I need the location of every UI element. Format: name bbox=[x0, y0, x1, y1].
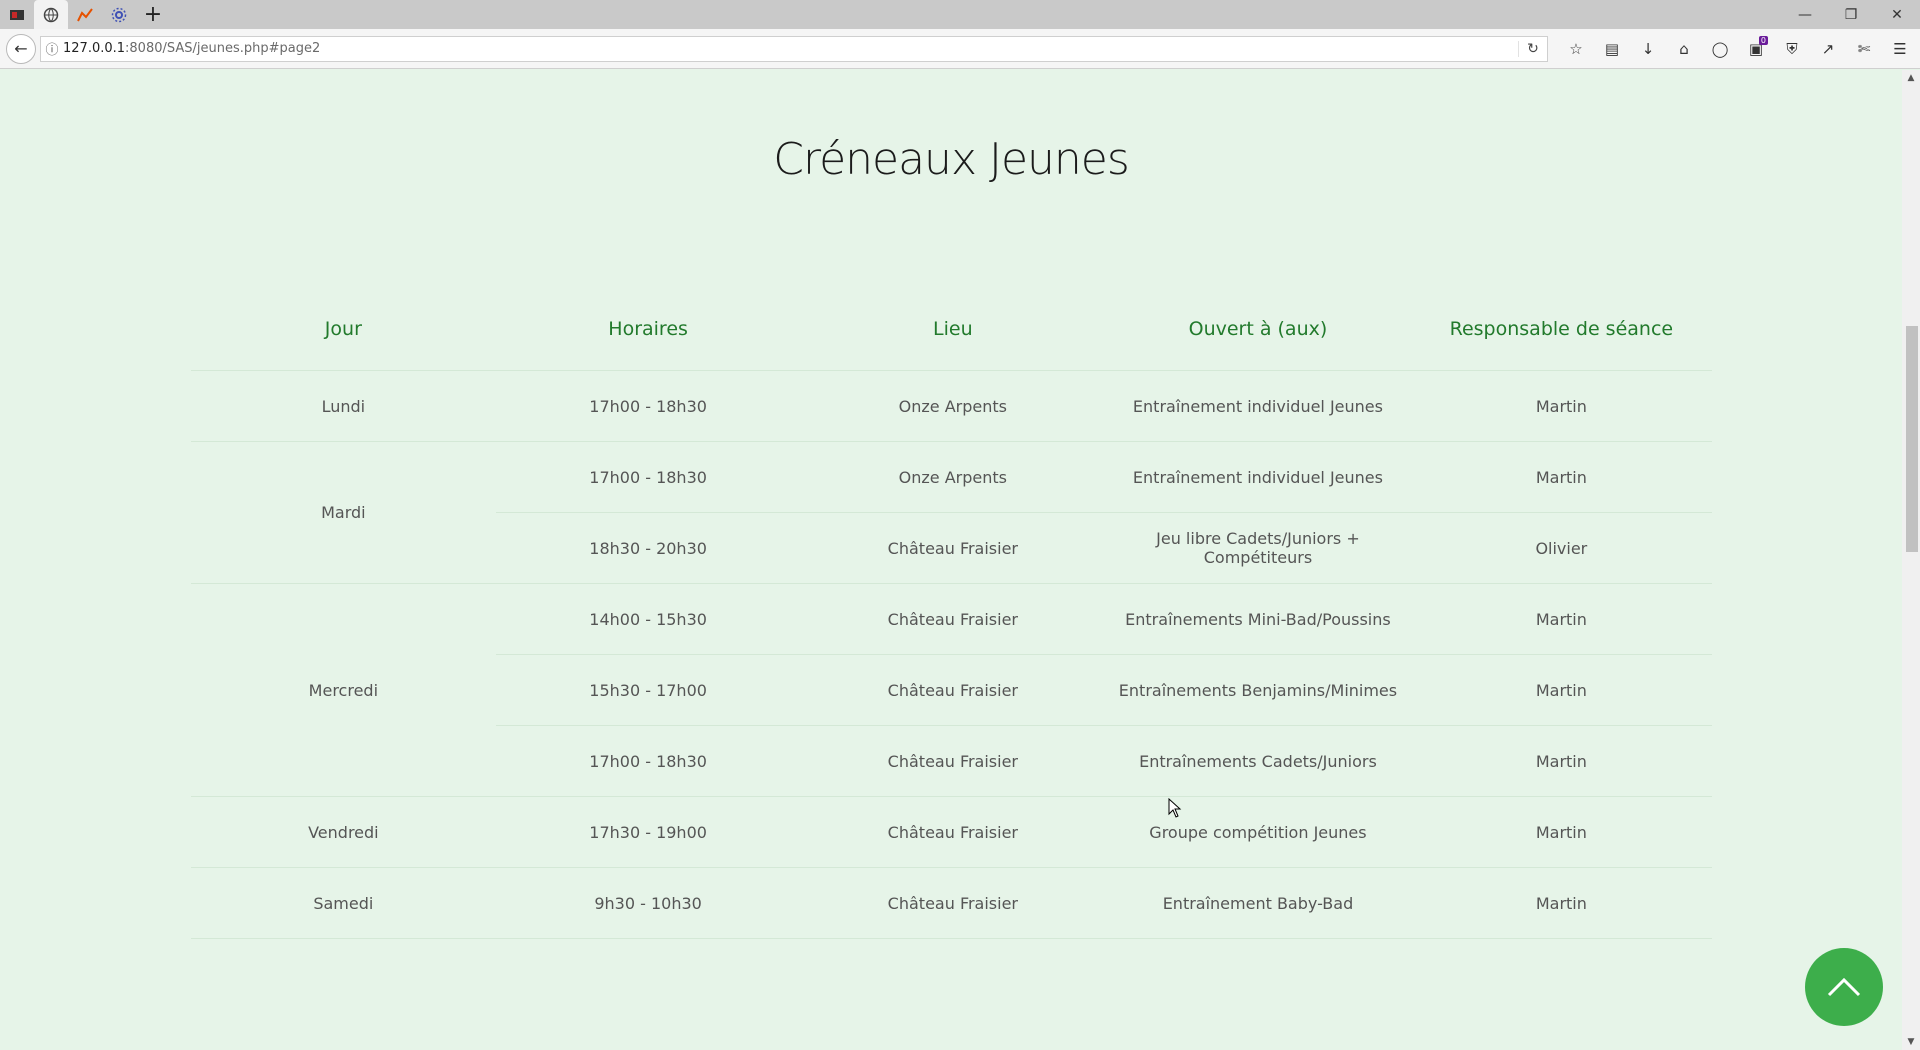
info-icon[interactable]: ⓘ bbox=[41, 39, 63, 58]
window-controls: — ❐ ✕ bbox=[1782, 0, 1920, 29]
page-scrollbar[interactable]: ▲ ▼ bbox=[1902, 70, 1920, 1050]
browser-tab-bar: + — ❐ ✕ bbox=[0, 0, 1920, 29]
cell-time: 17h00 - 18h30 bbox=[495, 725, 801, 797]
cell-time: 14h00 - 15h30 bbox=[495, 583, 801, 655]
cell-time: 9h30 - 10h30 bbox=[495, 867, 801, 939]
scrollbar-thumb[interactable] bbox=[1906, 326, 1918, 552]
cell-open-to: Groupe compétition Jeunes bbox=[1105, 796, 1411, 868]
schedule-table: Jour Horaires Lieu Ouvert à (aux) Respon… bbox=[191, 288, 1712, 939]
pocket-icon[interactable]: ◯ bbox=[1702, 35, 1738, 63]
cell-day: Samedi bbox=[191, 867, 496, 939]
sync-icon[interactable]: ↗ bbox=[1810, 35, 1846, 63]
cell-place: Château Fraisier bbox=[800, 512, 1106, 584]
cell-manager: Martin bbox=[1410, 796, 1712, 868]
cell-place: Château Fraisier bbox=[800, 725, 1106, 797]
cell-open-to: Entraînements Mini-Bad/Poussins bbox=[1105, 583, 1411, 655]
table-row: Samedi 9h30 - 10h30 Château Fraisier Ent… bbox=[191, 867, 1712, 939]
tab-media[interactable] bbox=[0, 0, 34, 29]
cell-manager: Martin bbox=[1410, 441, 1712, 513]
cell-time: 17h00 - 18h30 bbox=[495, 370, 801, 442]
menu-icon[interactable]: ☰ bbox=[1882, 35, 1918, 63]
cell-open-to: Entraînements Cadets/Juniors bbox=[1105, 725, 1411, 797]
reload-icon[interactable]: ↻ bbox=[1518, 40, 1547, 57]
cell-time: 17h00 - 18h30 bbox=[495, 441, 801, 513]
cell-manager: Martin bbox=[1410, 654, 1712, 726]
header-open-to: Ouvert à (aux) bbox=[1105, 288, 1411, 371]
table-row: Vendredi 17h30 - 19h00 Château Fraisier … bbox=[191, 796, 1712, 868]
cell-open-to: Entraînement Baby-Bad bbox=[1105, 867, 1411, 939]
tab-settings[interactable] bbox=[102, 0, 136, 29]
bookmark-star-icon[interactable]: ☆ bbox=[1558, 35, 1594, 63]
header-place: Lieu bbox=[800, 288, 1106, 371]
header-day: Jour bbox=[191, 288, 496, 371]
cell-place: Château Fraisier bbox=[800, 867, 1106, 939]
chart-icon bbox=[77, 7, 93, 23]
scroll-up-icon[interactable]: ▲ bbox=[1902, 70, 1920, 86]
cell-manager: Olivier bbox=[1410, 512, 1712, 584]
media-icon bbox=[9, 7, 25, 23]
url-host: 127.0.0.1 bbox=[63, 41, 126, 56]
cell-place: Château Fraisier bbox=[800, 796, 1106, 868]
notification-count: 0 bbox=[1758, 35, 1768, 45]
cell-day: Mardi bbox=[191, 441, 496, 584]
cell-time: 15h30 - 17h00 bbox=[495, 654, 801, 726]
table-row: Lundi 17h00 - 18h30 Onze Arpents Entraîn… bbox=[191, 370, 1712, 442]
cell-open-to: Entraînements Benjamins/Minimes bbox=[1105, 654, 1411, 726]
url-path: :8080/SAS/jeunes.php#page2 bbox=[125, 41, 321, 56]
minimize-icon[interactable]: — bbox=[1782, 0, 1828, 29]
cell-manager: Martin bbox=[1410, 725, 1712, 797]
cell-day: Vendredi bbox=[191, 796, 496, 868]
cell-day: Mercredi bbox=[191, 583, 496, 797]
cell-manager: Martin bbox=[1410, 867, 1712, 939]
globe-icon bbox=[43, 7, 59, 23]
url-bar[interactable]: ⓘ 127.0.0.1:8080/SAS/jeunes.php#page2 ↻ bbox=[40, 35, 1548, 62]
tools-icon[interactable]: ✄ bbox=[1846, 35, 1882, 63]
settings-icon bbox=[111, 7, 127, 23]
back-to-top-button[interactable] bbox=[1805, 948, 1883, 1026]
arrow-left-icon: ← bbox=[14, 39, 28, 58]
toolbar: ☆ ▤ ↓ ⌂ ◯ ▣ 0 ⛨ ↗ ✄ ☰ bbox=[1558, 35, 1918, 63]
cell-manager: Martin bbox=[1410, 370, 1712, 442]
home-icon[interactable]: ⌂ bbox=[1666, 35, 1702, 63]
tab-current[interactable] bbox=[34, 0, 68, 29]
restore-icon[interactable]: ❐ bbox=[1828, 0, 1874, 29]
cell-place: Onze Arpents bbox=[800, 370, 1106, 442]
browser-nav-bar: ← ⓘ 127.0.0.1:8080/SAS/jeunes.php#page2 … bbox=[0, 29, 1920, 69]
table-row: Mardi 17h00 - 18h30 Onze Arpents Entraîn… bbox=[191, 441, 1712, 584]
header-time: Horaires bbox=[495, 288, 801, 371]
new-tab-button[interactable]: + bbox=[136, 0, 170, 29]
back-button[interactable]: ← bbox=[6, 33, 36, 64]
page-content: Créneaux Jeunes Jour Horaires Lieu Ouver… bbox=[0, 70, 1902, 1050]
cell-day: Lundi bbox=[191, 370, 496, 442]
scroll-down-icon[interactable]: ▼ bbox=[1902, 1034, 1920, 1050]
cell-open-to: Entraînement individuel Jeunes bbox=[1105, 441, 1411, 513]
page-title: Créneaux Jeunes bbox=[773, 134, 1130, 185]
download-icon[interactable]: ↓ bbox=[1630, 35, 1666, 63]
mouse-cursor-icon bbox=[1168, 797, 1182, 822]
reading-list-icon[interactable]: ▤ bbox=[1594, 35, 1630, 63]
extension-badge-icon[interactable]: ▣ 0 bbox=[1738, 35, 1774, 63]
chevron-up-icon bbox=[1827, 977, 1861, 997]
cell-time: 18h30 - 20h30 bbox=[495, 512, 801, 584]
cell-place: Château Fraisier bbox=[800, 654, 1106, 726]
close-icon[interactable]: ✕ bbox=[1874, 0, 1920, 29]
cell-time: 17h30 - 19h00 bbox=[495, 796, 801, 868]
cell-manager: Martin bbox=[1410, 583, 1712, 655]
cell-place: Château Fraisier bbox=[800, 583, 1106, 655]
table-row: Mercredi 14h00 - 15h30 Château Fraisier … bbox=[191, 583, 1712, 797]
table-header-row: Jour Horaires Lieu Ouvert à (aux) Respon… bbox=[191, 288, 1712, 371]
cell-place: Onze Arpents bbox=[800, 441, 1106, 513]
shield-icon[interactable]: ⛨ bbox=[1774, 35, 1810, 63]
cell-open-to: Entraînement individuel Jeunes bbox=[1105, 370, 1411, 442]
cell-open-to: Jeu libre Cadets/Juniors + Compétiteurs bbox=[1105, 512, 1411, 584]
tab-chart[interactable] bbox=[68, 0, 102, 29]
header-manager: Responsable de séance bbox=[1410, 288, 1712, 371]
